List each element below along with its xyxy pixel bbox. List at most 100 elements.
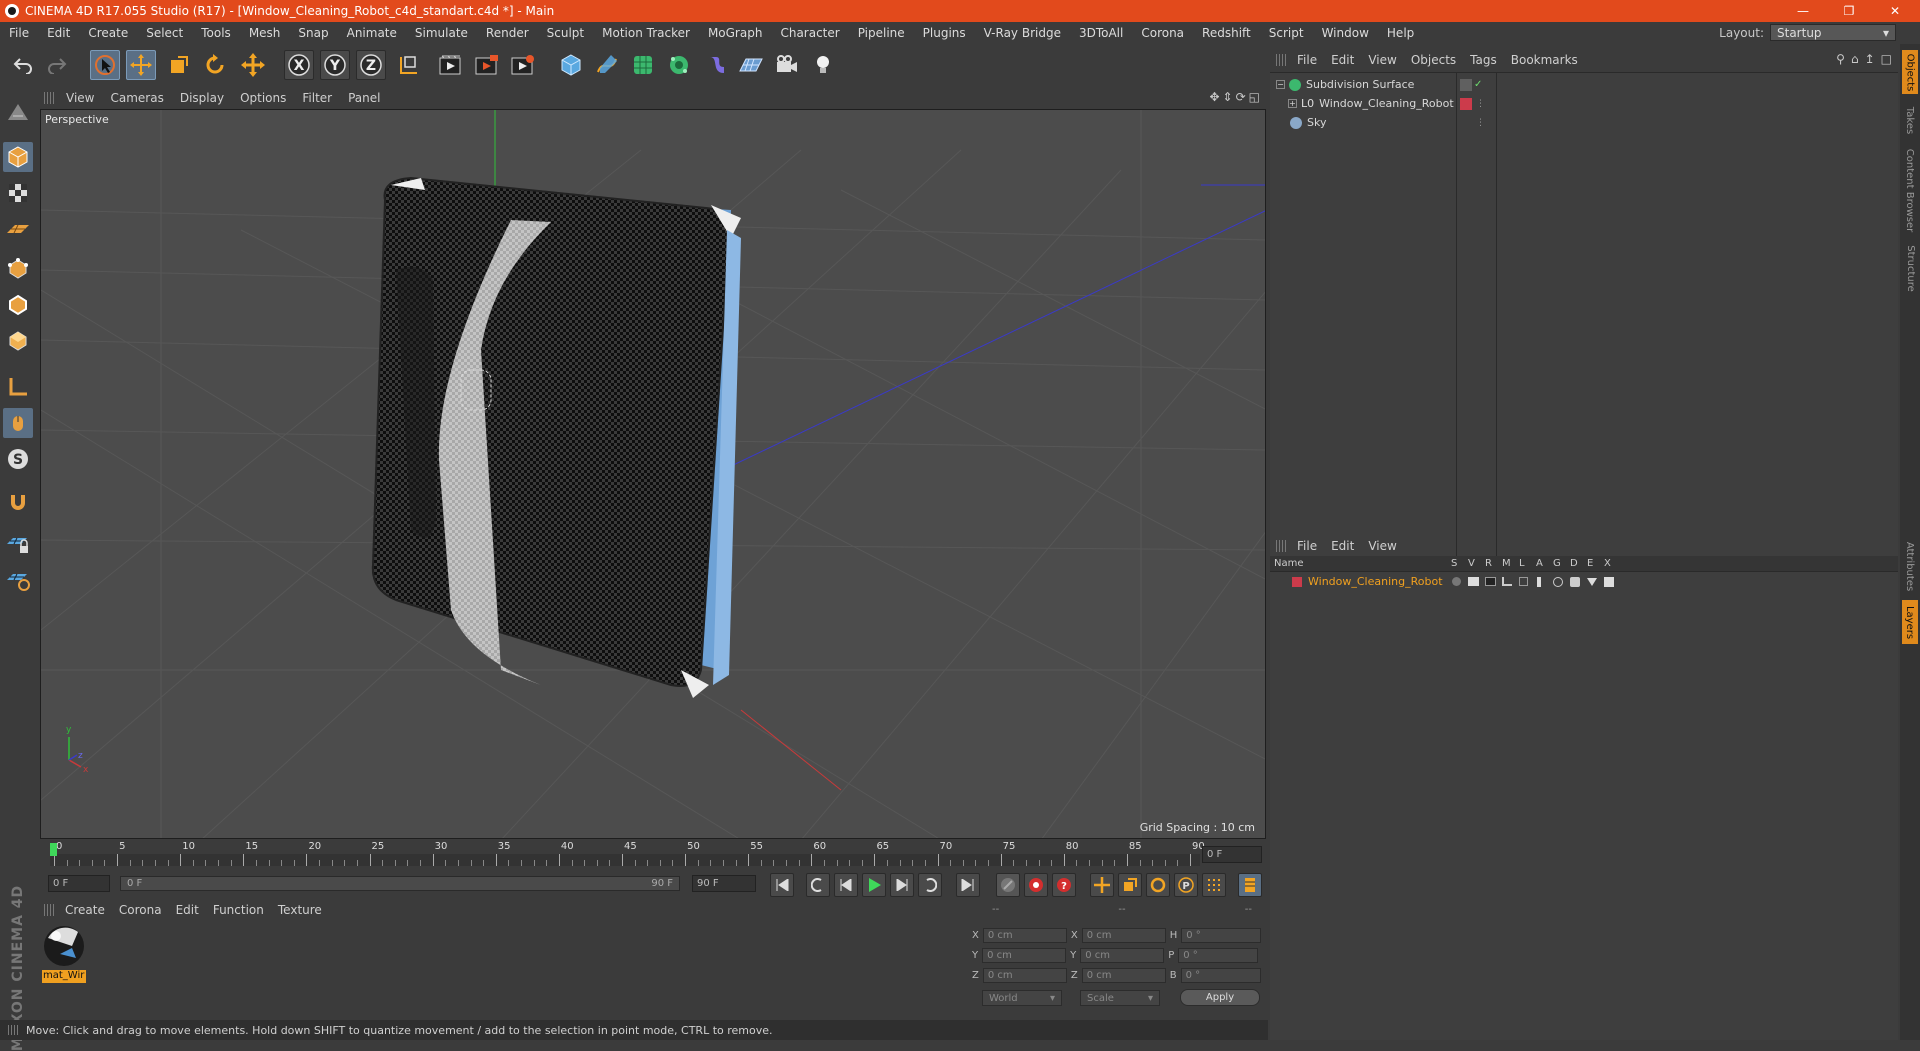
enabled-check-icon[interactable]: ✓ (1474, 79, 1482, 90)
perspective-viewport[interactable]: y x z Perspective Grid Spacing : 10 cm (40, 109, 1266, 839)
visibility-dots-icon[interactable]: ⋮ (1476, 118, 1485, 128)
points-mode-icon[interactable] (3, 254, 33, 284)
menu-file[interactable]: File (0, 26, 38, 40)
menu-simulate[interactable]: Simulate (406, 26, 477, 40)
menu-sculpt[interactable]: Sculpt (538, 26, 593, 40)
layer-color-tag[interactable] (1460, 97, 1472, 110)
keyframe-selection-icon[interactable]: ? (1052, 873, 1076, 897)
position-key-icon[interactable] (1090, 873, 1114, 897)
layout-dropdown[interactable]: Startup ▾ (1770, 24, 1896, 41)
scale-key-icon[interactable] (1118, 873, 1142, 897)
tab-structure[interactable]: Structure (1902, 240, 1918, 296)
menu-vray-bridge[interactable]: V-Ray Bridge (975, 26, 1070, 40)
preview-range-slider[interactable]: 0 F 90 F (120, 876, 680, 891)
timeline-icon[interactable] (1238, 873, 1262, 897)
material-menu-edit[interactable]: Edit (169, 903, 206, 917)
menu-motion-tracker[interactable]: Motion Tracker (593, 26, 699, 40)
material-swatch[interactable]: mat_Wir (42, 924, 86, 984)
cube-icon[interactable] (556, 50, 586, 80)
objects-menu-view[interactable]: View (1361, 53, 1403, 67)
solo-toggle-icon[interactable] (1452, 577, 1461, 586)
menu-pipeline[interactable]: Pipeline (849, 26, 914, 40)
menu-mesh[interactable]: Mesh (240, 26, 290, 40)
menu-tools[interactable]: Tools (192, 26, 240, 40)
timeline-ruler[interactable]: 0 5 10 15 20 25 30 35 40 45 50 55 60 65 70 75 80 85 90 0 F (40, 840, 1266, 868)
rotation-p-field[interactable]: 0 ° (1178, 947, 1259, 963)
parameter-key-icon[interactable]: P (1174, 873, 1198, 897)
goto-end-icon[interactable] (956, 873, 980, 897)
menu-render[interactable]: Render (477, 26, 538, 40)
position-z-field[interactable]: 0 cm (982, 967, 1067, 983)
render-view-icon[interactable] (436, 50, 466, 80)
playhead-marker[interactable] (50, 843, 57, 856)
objects-menu-edit[interactable]: Edit (1324, 53, 1361, 67)
generators-toggle-icon[interactable] (1553, 577, 1563, 587)
planar-workplane-icon[interactable] (3, 564, 33, 594)
object-row-sky[interactable]: Sky ⋮ (1270, 114, 1898, 131)
world-coordinates-icon[interactable] (394, 50, 424, 80)
menu-select[interactable]: Select (137, 26, 192, 40)
goto-start-icon[interactable] (770, 873, 794, 897)
search-icon[interactable]: ⚲ (1836, 52, 1845, 66)
polygons-mode-icon[interactable] (3, 326, 33, 356)
collapse-icon[interactable]: − (1276, 80, 1285, 89)
edges-mode-icon[interactable] (3, 290, 33, 320)
manager-toggle-icon[interactable] (1502, 577, 1512, 586)
undo-icon[interactable] (8, 50, 38, 80)
lock-workplane-icon[interactable] (3, 528, 33, 558)
apply-button[interactable]: Apply (1180, 989, 1260, 1006)
record-active-icon[interactable] (996, 873, 1020, 897)
tweak-mode-icon[interactable] (3, 408, 33, 438)
new-window-icon[interactable]: □ (1881, 52, 1892, 66)
menu-3dtoall[interactable]: 3DToAll (1070, 26, 1132, 40)
lock-toggle-icon[interactable] (1519, 577, 1528, 586)
position-y-field[interactable]: 0 cm (982, 947, 1067, 963)
xref-toggle-icon[interactable] (1604, 577, 1614, 587)
cloner-icon[interactable] (664, 50, 694, 80)
current-frame-field[interactable]: 0 F (1202, 846, 1262, 863)
viewport-menu-view[interactable]: View (58, 91, 102, 105)
end-frame-field[interactable]: 90 F (692, 875, 756, 892)
position-x-field[interactable]: 0 cm (982, 927, 1067, 943)
pla-key-icon[interactable] (1202, 873, 1226, 897)
menu-window[interactable]: Window (1313, 26, 1378, 40)
x-axis-icon[interactable]: X (284, 50, 314, 80)
next-keyframe-icon[interactable] (918, 873, 942, 897)
menu-mograph[interactable]: MoGraph (699, 26, 772, 40)
menu-edit[interactable]: Edit (38, 26, 79, 40)
restore-icon[interactable]: ❐ (1826, 0, 1872, 22)
zoom-view-icon[interactable]: ⇕ (1223, 90, 1233, 104)
y-axis-icon[interactable]: Y (320, 50, 350, 80)
autokey-icon[interactable] (1024, 873, 1048, 897)
size-mode-dropdown[interactable]: Scale ▾ (1080, 990, 1160, 1006)
layers-menu-view[interactable]: View (1361, 539, 1403, 553)
layer-row-window-cleaning-robot[interactable]: Window_Cleaning_Robot (1270, 574, 1898, 589)
snap-magnet-icon[interactable] (3, 488, 33, 518)
subdivision-surface-icon[interactable] (628, 50, 658, 80)
deformers-toggle-icon[interactable] (1570, 577, 1580, 587)
size-x-field[interactable]: 0 cm (1081, 927, 1166, 943)
play-icon[interactable] (862, 873, 886, 897)
move-icon[interactable] (126, 50, 156, 80)
viewport-menu-filter[interactable]: Filter (294, 91, 340, 105)
coordinate-system-dropdown[interactable]: World ▾ (982, 990, 1062, 1006)
prev-keyframe-icon[interactable] (806, 873, 830, 897)
start-frame-field[interactable]: 0 F (48, 875, 110, 892)
visibility-dots-icon[interactable]: ⋮ (1476, 99, 1485, 109)
menu-redshift[interactable]: Redshift (1193, 26, 1260, 40)
layers-menu-edit[interactable]: Edit (1324, 539, 1361, 553)
rotate-view-icon[interactable]: ⟳ (1236, 90, 1246, 104)
menu-animate[interactable]: Animate (338, 26, 406, 40)
objects-menu-file[interactable]: File (1290, 53, 1324, 67)
objects-menu-objects[interactable]: Objects (1404, 53, 1463, 67)
deformer-icon[interactable] (702, 50, 732, 80)
menu-help[interactable]: Help (1378, 26, 1423, 40)
viewport-menu-cameras[interactable]: Cameras (102, 91, 171, 105)
next-frame-icon[interactable] (890, 873, 914, 897)
live-selection-icon[interactable] (90, 50, 120, 80)
tab-layers[interactable]: Layers (1902, 600, 1918, 644)
last-tool-icon[interactable] (238, 50, 268, 80)
layer-color-swatch[interactable] (1292, 577, 1302, 587)
object-row-subdivision-surface[interactable]: − Subdivision Surface ✓ (1270, 76, 1898, 93)
light-icon[interactable] (808, 50, 838, 80)
